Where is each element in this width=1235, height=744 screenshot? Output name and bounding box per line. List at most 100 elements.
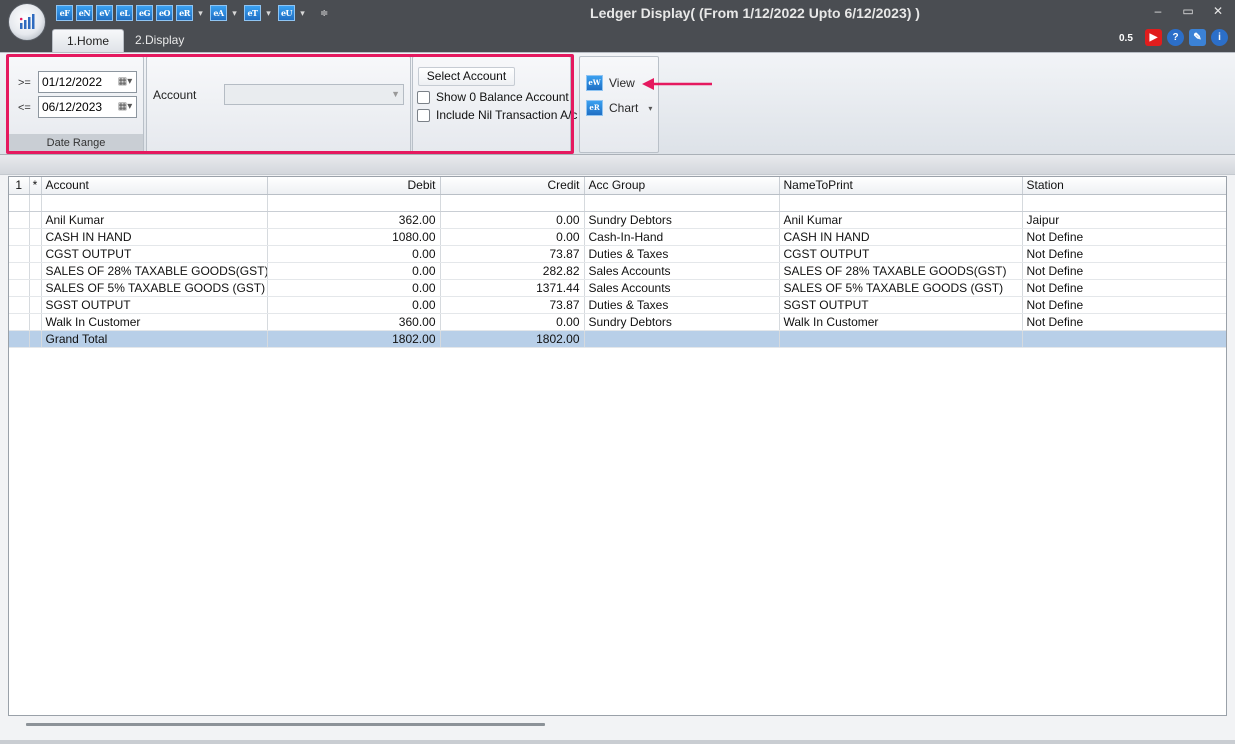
cell-debit[interactable]: 0.00 — [267, 262, 441, 280]
column-header-acc-group[interactable]: Acc Group — [584, 177, 780, 195]
column-header-credit[interactable]: Credit — [440, 177, 585, 195]
cell-credit[interactable]: 0.00 — [440, 211, 585, 229]
cell-credit[interactable]: 0.00 — [440, 313, 585, 331]
cell-station[interactable]: Not Define — [1022, 228, 1226, 246]
include-nil-option[interactable]: Include Nil Transaction A/c — [417, 108, 577, 122]
row-marker[interactable] — [29, 262, 42, 280]
row-marker[interactable] — [29, 313, 42, 331]
cell-acc-group[interactable]: Duties & Taxes — [584, 296, 780, 314]
tab-home[interactable]: 1.Home — [52, 29, 125, 52]
cell-debit[interactable]: 0.00 — [267, 245, 441, 263]
table-row[interactable]: Walk In Customer 360.00 0.00 Sundry Debtors… — [9, 313, 1226, 331]
filter-cell[interactable] — [267, 194, 441, 212]
calendar-icon[interactable]: ▦▾ — [116, 100, 134, 114]
column-header-name-to-print[interactable]: NameToPrint — [779, 177, 1023, 195]
show-zero-balance-checkbox[interactable] — [417, 90, 430, 104]
cell-debit[interactable]: 362.00 — [267, 211, 441, 229]
cell-station[interactable]: Not Define — [1022, 245, 1226, 263]
cell-account[interactable]: SALES OF 28% TAXABLE GOODS(GST) — [41, 262, 268, 280]
row-marker[interactable] — [29, 296, 42, 314]
cell-account[interactable]: CASH IN HAND — [41, 228, 268, 246]
column-header-debit[interactable]: Debit — [267, 177, 441, 195]
row-selector[interactable] — [9, 296, 30, 314]
cell-name-to-print[interactable]: Walk In Customer — [779, 313, 1023, 331]
close-button[interactable]: ✕ — [1211, 4, 1225, 18]
cell-credit[interactable]: 73.87 — [440, 245, 585, 263]
filter-cell[interactable] — [41, 194, 268, 212]
cell-station[interactable]: Not Define — [1022, 296, 1226, 314]
cell-acc-group[interactable]: Sales Accounts — [584, 262, 780, 280]
chevron-down-icon[interactable]: ▼ — [391, 89, 400, 99]
filter-cell[interactable] — [440, 194, 585, 212]
table-row[interactable]: SALES OF 28% TAXABLE GOODS(GST) 0.00 282.8… — [9, 262, 1226, 280]
notes-icon[interactable]: ✎ — [1189, 29, 1206, 46]
youtube-icon[interactable]: ▶ — [1145, 29, 1162, 46]
chevron-down-icon[interactable]: ▾ — [648, 104, 652, 113]
cell-account[interactable]: Anil Kumar — [41, 211, 268, 229]
cell-name-to-print[interactable]: CGST OUTPUT — [779, 245, 1023, 263]
cell-debit[interactable]: 0.00 — [267, 296, 441, 314]
cell-debit[interactable]: 1080.00 — [267, 228, 441, 246]
cell-acc-group[interactable]: Cash-In-Hand — [584, 228, 780, 246]
cell-account[interactable]: CGST OUTPUT — [41, 245, 268, 263]
cell-name-to-print[interactable]: SGST OUTPUT — [779, 296, 1023, 314]
horizontal-scrollbar[interactable] — [26, 723, 545, 726]
cell-station[interactable]: Not Define — [1022, 313, 1226, 331]
cell-acc-group[interactable]: Sales Accounts — [584, 279, 780, 297]
row-marker[interactable] — [29, 228, 42, 246]
cell-debit[interactable]: 0.00 — [267, 279, 441, 297]
row-marker[interactable] — [29, 330, 42, 348]
account-combo[interactable]: ▼ — [224, 84, 404, 105]
row-selector[interactable] — [9, 228, 30, 246]
table-row[interactable]: Anil Kumar 362.00 0.00 Sundry Debtors Anil K… — [9, 211, 1226, 229]
cell-name-to-print[interactable]: CASH IN HAND — [779, 228, 1023, 246]
ledger-grid[interactable]: 1 * Account Debit Credit Acc Group NameT… — [8, 176, 1227, 716]
row-selector[interactable] — [9, 211, 30, 229]
row-selector[interactable] — [9, 262, 30, 280]
marker-header[interactable]: * — [29, 177, 42, 195]
cell-account[interactable]: Walk In Customer — [41, 313, 268, 331]
select-account-button[interactable]: Select Account — [418, 67, 515, 86]
row-marker[interactable] — [29, 211, 42, 229]
cell-acc-group[interactable]: Sundry Debtors — [584, 211, 780, 229]
minimize-button[interactable]: – — [1151, 4, 1165, 18]
show-zero-balance-option[interactable]: Show 0 Balance Account — [417, 90, 569, 104]
to-date-field[interactable]: 06/12/2023 ▦▾ — [38, 96, 137, 118]
row-selector[interactable] — [9, 313, 30, 331]
column-header-station[interactable]: Station — [1022, 177, 1226, 195]
include-nil-checkbox[interactable] — [417, 108, 430, 122]
filter-cell[interactable] — [779, 194, 1023, 212]
filter-row[interactable] — [9, 194, 1226, 212]
cell-name-to-print[interactable]: SALES OF 28% TAXABLE GOODS(GST) — [779, 262, 1023, 280]
cell-acc-group[interactable]: Duties & Taxes — [584, 245, 780, 263]
table-row[interactable]: SGST OUTPUT 0.00 73.87 Duties & Taxes SGST O… — [9, 296, 1226, 314]
rownum-header[interactable]: 1 — [9, 177, 30, 195]
table-row[interactable]: CGST OUTPUT 0.00 73.87 Duties & Taxes CGST O… — [9, 245, 1226, 263]
filter-cell[interactable] — [1022, 194, 1226, 212]
row-marker[interactable] — [29, 279, 42, 297]
cell-name-to-print[interactable]: SALES OF 5% TAXABLE GOODS (GST) — [779, 279, 1023, 297]
view-button[interactable]: eW View — [586, 75, 635, 91]
maximize-button[interactable]: ▭ — [1181, 4, 1195, 18]
help-icon[interactable]: ? — [1167, 29, 1184, 46]
cell-station[interactable]: Not Define — [1022, 279, 1226, 297]
filter-cell[interactable] — [29, 194, 42, 212]
row-marker[interactable] — [29, 245, 42, 263]
cell-acc-group[interactable]: Sundry Debtors — [584, 313, 780, 331]
cell-station[interactable]: Jaipur — [1022, 211, 1226, 229]
app-menu-button[interactable] — [8, 3, 46, 41]
cell-credit[interactable]: 73.87 — [440, 296, 585, 314]
filter-cell[interactable] — [584, 194, 780, 212]
row-selector[interactable] — [9, 279, 30, 297]
cell-account[interactable]: SGST OUTPUT — [41, 296, 268, 314]
cell-name-to-print[interactable]: Anil Kumar — [779, 211, 1023, 229]
cell-credit[interactable]: 0.00 — [440, 228, 585, 246]
table-row[interactable]: SALES OF 5% TAXABLE GOODS (GST) 0.00 1371.… — [9, 279, 1226, 297]
cell-account[interactable]: SALES OF 5% TAXABLE GOODS (GST) — [41, 279, 268, 297]
cell-debit[interactable]: 360.00 — [267, 313, 441, 331]
filter-cell[interactable] — [9, 194, 30, 212]
cell-station[interactable]: Not Define — [1022, 262, 1226, 280]
info-icon[interactable]: i — [1211, 29, 1228, 46]
tab-display[interactable]: 2.Display — [121, 29, 198, 52]
grand-total-row[interactable]: Grand Total 1802.00 1802.00 — [9, 330, 1226, 348]
